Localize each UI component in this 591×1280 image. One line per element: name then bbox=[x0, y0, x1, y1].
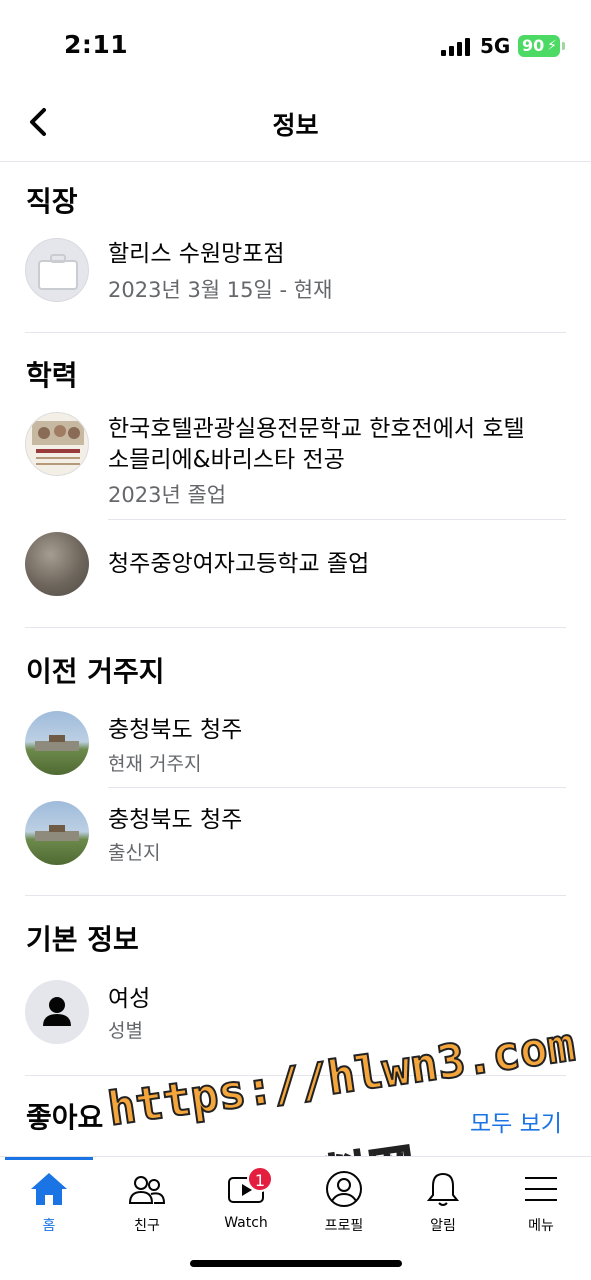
tab-notifications[interactable]: 알림 bbox=[394, 1169, 492, 1249]
network-type: 5G bbox=[480, 34, 511, 58]
section-title-places: 이전 거주지 bbox=[26, 655, 165, 688]
notification-badge: 1 bbox=[247, 1166, 273, 1192]
school-logo[interactable] bbox=[25, 412, 89, 476]
section-title-basic-info: 기본 정보 bbox=[26, 923, 139, 956]
workplace-dates: 2023년 3월 15일 - 현재 bbox=[108, 278, 333, 302]
school-graduation: 2023년 졸업 bbox=[108, 483, 227, 507]
gender-value: 여성 bbox=[108, 986, 151, 1012]
hometown[interactable]: 충청북도 청주 bbox=[108, 804, 242, 836]
status-time: 2:11 bbox=[64, 30, 129, 59]
school-photo[interactable] bbox=[25, 532, 89, 596]
person-icon bbox=[25, 980, 89, 1044]
signal-icon bbox=[441, 38, 471, 56]
tab-label: 친구 bbox=[134, 1218, 160, 1234]
divider bbox=[25, 627, 566, 628]
page-header: 정보 bbox=[0, 92, 591, 162]
place-photo[interactable] bbox=[25, 711, 89, 775]
bell-icon bbox=[426, 1172, 460, 1206]
gender-label: 성별 bbox=[108, 1020, 143, 1042]
divider bbox=[25, 332, 566, 333]
section-title-work: 직장 bbox=[26, 185, 78, 218]
tab-label: 프로필 bbox=[324, 1218, 364, 1234]
place-photo[interactable] bbox=[25, 801, 89, 865]
highschool-name[interactable]: 청주중앙여자고등학교 졸업 bbox=[108, 548, 369, 580]
home-indicator bbox=[190, 1260, 402, 1267]
section-title-education: 학력 bbox=[26, 359, 78, 392]
current-city[interactable]: 충청북도 청주 bbox=[108, 714, 242, 746]
briefcase-icon[interactable] bbox=[25, 238, 89, 302]
status-bar: 2:11 5G 90 ⚡ bbox=[0, 0, 591, 92]
see-all-link[interactable]: 모두 보기 bbox=[470, 1104, 562, 1138]
school-name-line2[interactable]: 소믈리에&바리스타 전공 bbox=[108, 444, 345, 476]
tab-watch[interactable]: 1 Watch bbox=[197, 1166, 295, 1249]
current-city-label: 현재 거주지 bbox=[108, 753, 202, 775]
tab-label: Watch bbox=[224, 1215, 268, 1231]
tab-label: 알림 bbox=[430, 1218, 456, 1234]
workplace-name[interactable]: 할리스 수원망포점 bbox=[108, 238, 285, 270]
tab-menu[interactable]: 메뉴 bbox=[492, 1169, 590, 1249]
home-icon bbox=[31, 1173, 67, 1205]
hometown-label: 출신지 bbox=[108, 842, 161, 864]
battery-level: 90 bbox=[522, 36, 545, 55]
active-tab-indicator bbox=[5, 1157, 93, 1160]
tab-label: 홈 bbox=[42, 1218, 56, 1234]
friends-icon bbox=[128, 1176, 166, 1204]
divider bbox=[108, 787, 566, 788]
page-title: 정보 bbox=[272, 111, 319, 140]
profile-icon bbox=[326, 1171, 362, 1207]
school-name-line1[interactable]: 한국호텔관광실용전문학교 한호전에서 호텔 bbox=[108, 413, 525, 445]
section-title-likes: 좋아요 bbox=[26, 1101, 104, 1134]
tab-label: 메뉴 bbox=[528, 1218, 554, 1234]
battery-icon: 90 ⚡ bbox=[518, 35, 565, 57]
tab-friends[interactable]: 친구 bbox=[98, 1169, 196, 1249]
tab-home[interactable]: 홈 bbox=[0, 1169, 98, 1249]
divider bbox=[108, 519, 566, 520]
divider bbox=[25, 895, 566, 896]
tab-profile[interactable]: 프로필 bbox=[295, 1169, 393, 1249]
menu-icon bbox=[525, 1177, 557, 1201]
